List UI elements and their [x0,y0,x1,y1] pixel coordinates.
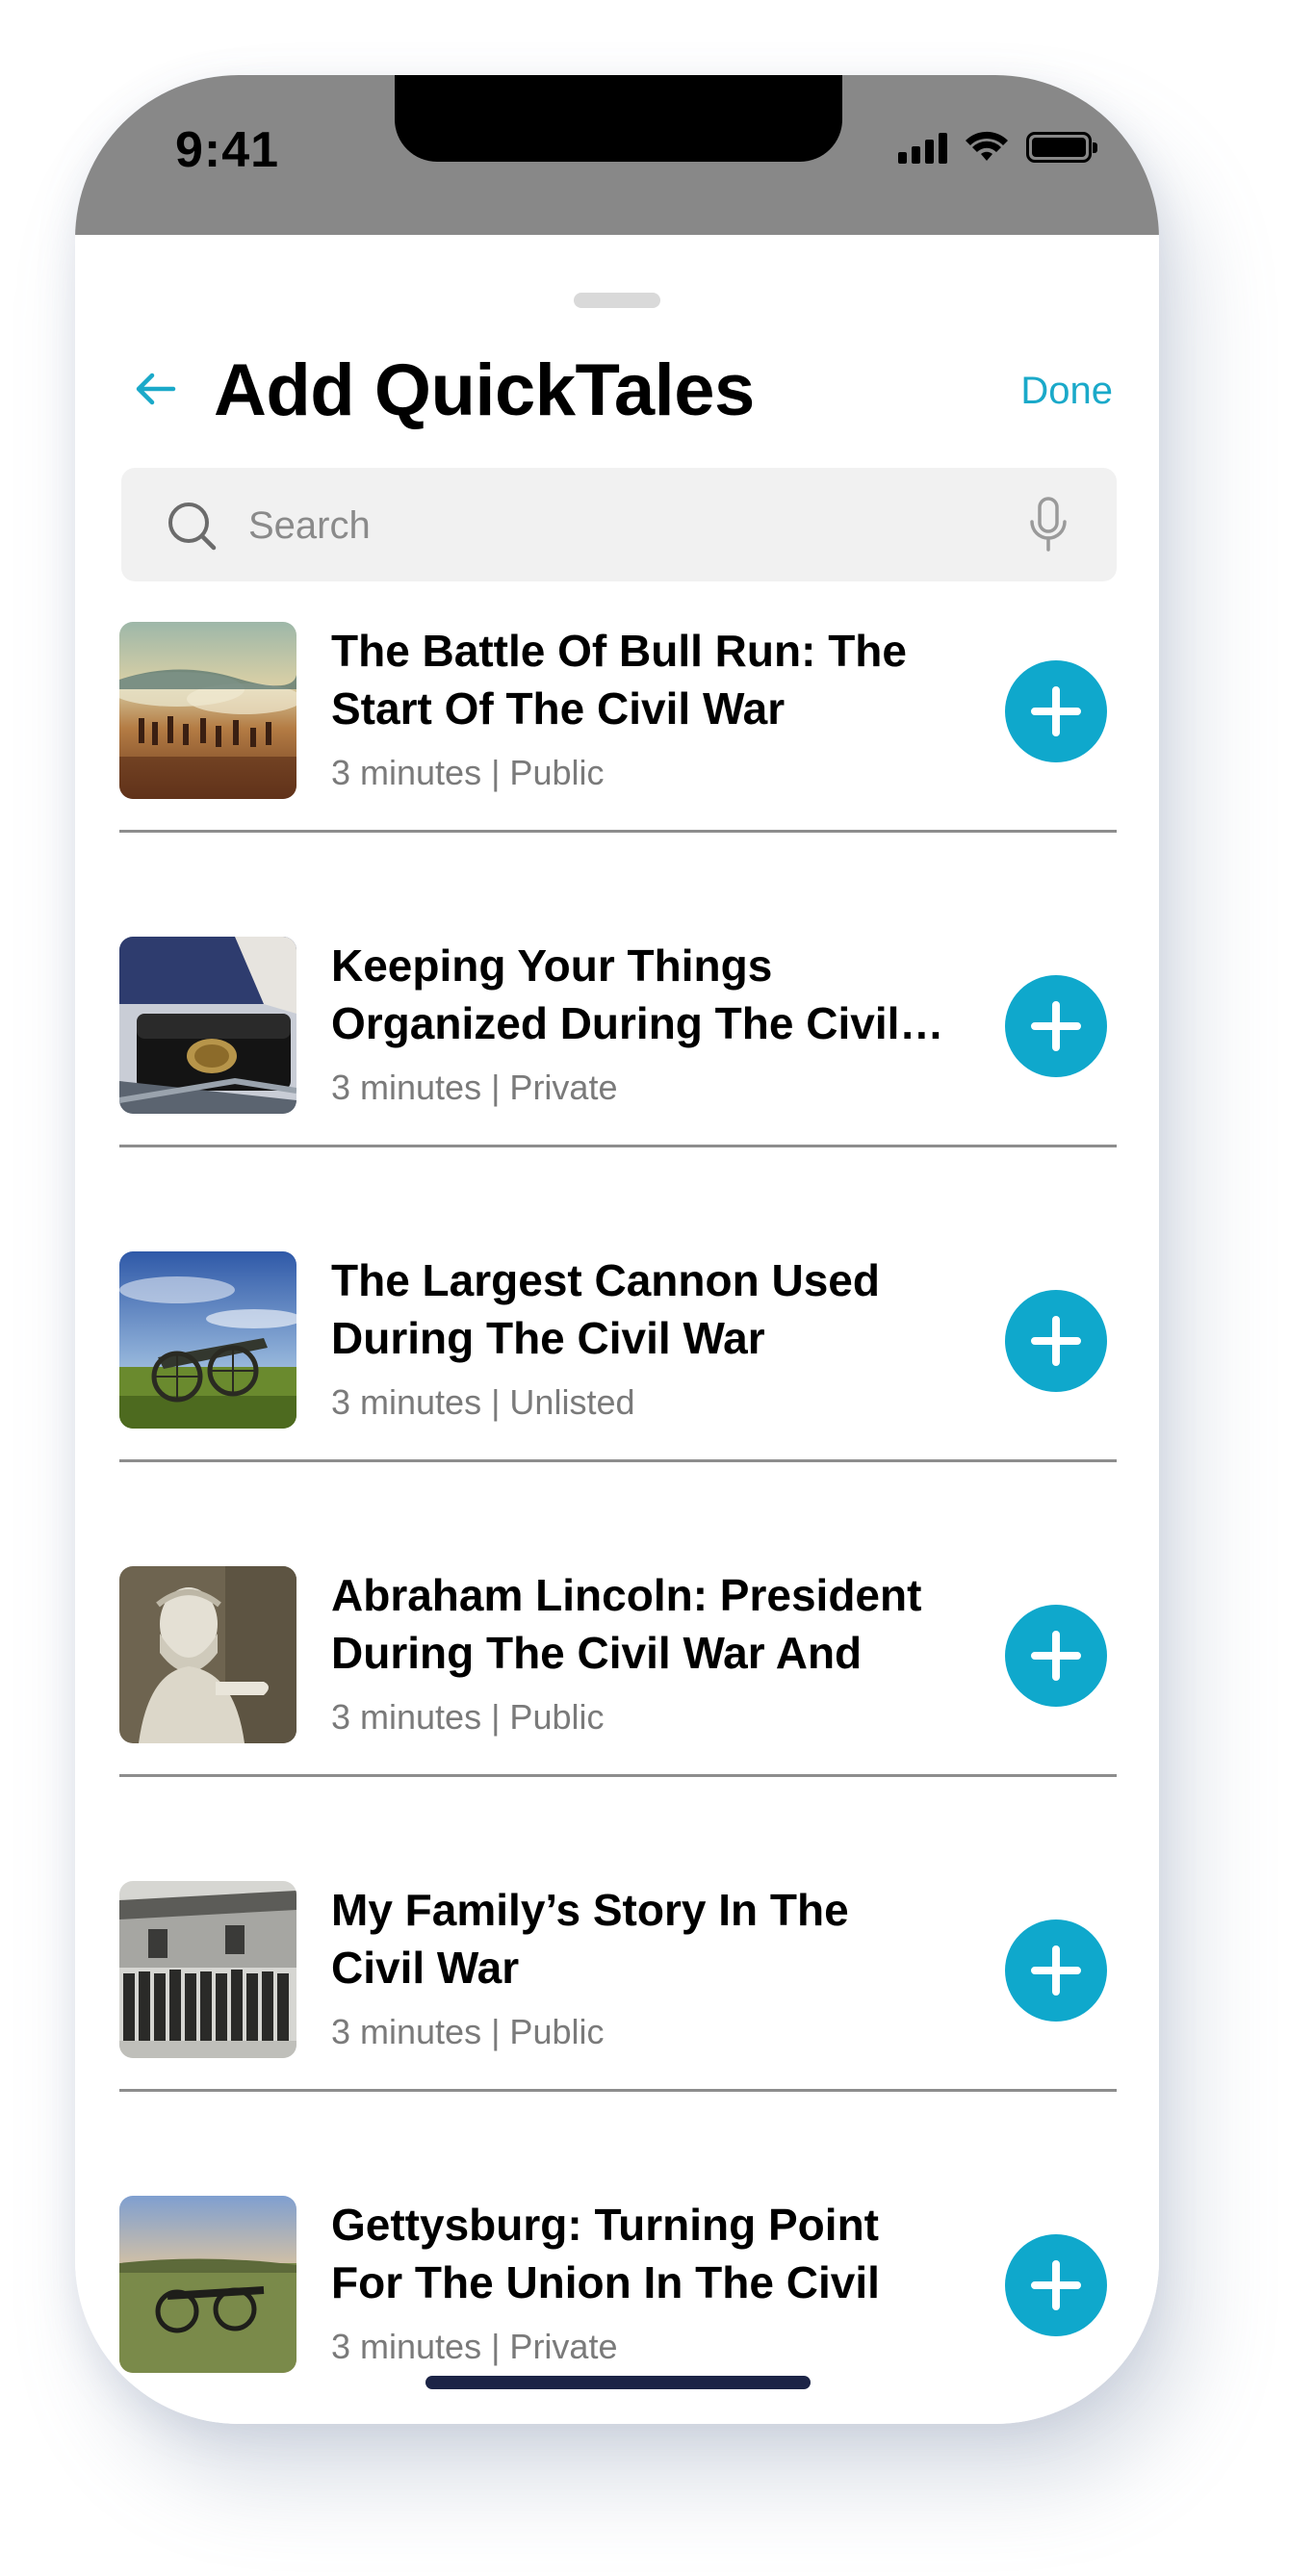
home-indicator[interactable] [425,2376,811,2389]
item-title: Gettysburg: Turning Point For The Union … [331,2200,880,2307]
thumbnail-image [119,1566,296,1743]
cellular-signal-icon [898,131,947,164]
divider [119,1774,1117,1777]
quicktales-sheet: Add QuickTales Done Search The Battle Of… [75,235,1159,2424]
item-meta: 3 minutes | Unlisted [331,1382,635,1422]
item-meta: 3 minutes | Private [331,1068,618,1107]
divider [119,1459,1117,1462]
divider [119,2089,1117,2092]
list-item[interactable]: The Battle Of Bull Run: The Start Of The… [119,622,1117,936]
item-title: The Battle Of Bull Run: The Start Of The… [331,626,907,734]
add-button[interactable] [1005,2234,1107,2336]
list-item[interactable]: Abraham Lincoln: President During The Ci… [119,1566,1117,1880]
status-icons [898,131,1097,164]
page: 9:41 Add QuickTales Done Search The Batt… [0,0,1314,2576]
phone-frame: 9:41 Add QuickTales Done Search The Batt… [75,75,1159,2424]
item-title: Keeping Your Things Organized During The… [331,940,944,1048]
thumbnail-image [119,622,296,799]
plus-icon [1031,1316,1081,1366]
add-button[interactable] [1005,1919,1107,2022]
add-button[interactable] [1005,660,1107,762]
microphone-icon[interactable] [1028,497,1069,553]
plus-icon [1031,1631,1081,1681]
add-button[interactable] [1005,975,1107,1077]
arrow-left-icon[interactable] [131,370,179,408]
wifi-icon [966,131,1008,161]
list-item[interactable]: Gettysburg: Turning Point For The Union … [119,2196,1117,2424]
item-title: The Largest Cannon Used During The Civil… [331,1255,880,1363]
plus-icon [1031,1945,1081,1996]
list-item[interactable]: The Largest Cannon Used During The Civil… [119,1251,1117,1565]
thumbnail-image [119,1881,296,2058]
item-meta: 3 minutes | Public [331,753,605,792]
notch [395,75,842,162]
item-title: Abraham Lincoln: President During The Ci… [331,1570,922,1678]
plus-icon [1031,686,1081,736]
status-bar: 9:41 [75,75,1159,235]
divider [119,830,1117,833]
thumbnail-image [119,1251,296,1429]
item-title: My Family’s Story In The Civil War [331,1885,849,1993]
plus-icon [1031,1001,1081,1051]
add-button[interactable] [1005,1290,1107,1392]
list-item[interactable]: My Family’s Story In The Civil War 3 min… [119,1881,1117,2195]
search-bar[interactable] [121,468,1117,581]
divider [119,1145,1117,1147]
thumbnail-image [119,937,296,1114]
item-meta: 3 minutes | Public [331,2012,605,2051]
list-item[interactable]: Keeping Your Things Organized During The… [119,937,1117,1250]
page-title: Add QuickTales [214,349,755,431]
item-meta: 3 minutes | Public [331,1697,605,1737]
thumbnail-image [119,2196,296,2373]
sheet-grabber[interactable] [574,293,660,308]
plus-icon [1031,2260,1081,2310]
add-button[interactable] [1005,1605,1107,1707]
battery-icon [1026,132,1097,163]
done-button[interactable]: Done [1020,370,1113,413]
search-icon [168,502,217,551]
item-meta: 3 minutes | Private [331,2327,618,2366]
search-input[interactable] [246,487,982,564]
status-time: 9:41 [175,122,280,178]
